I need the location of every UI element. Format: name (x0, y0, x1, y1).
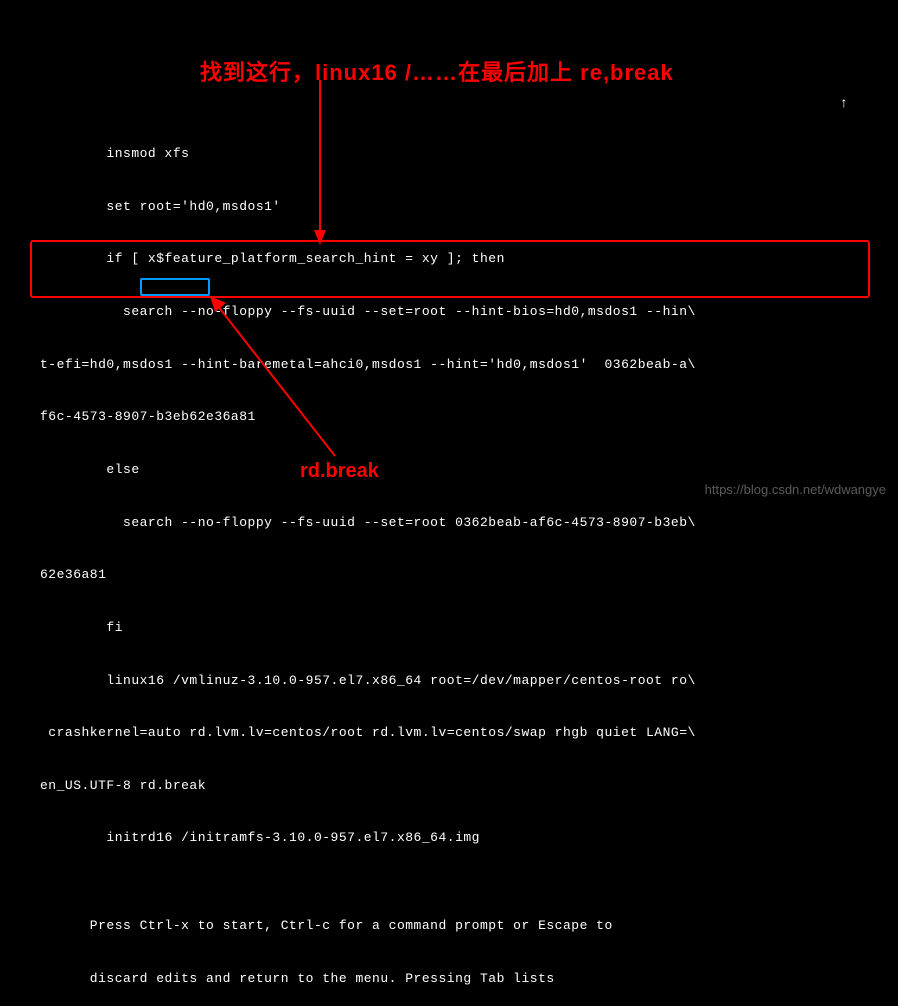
code-line: fi (40, 619, 696, 637)
code-line: search --no-floppy --fs-uuid --set=root … (40, 514, 696, 532)
code-line: crashkernel=auto rd.lvm.lv=centos/root r… (40, 724, 696, 742)
code-line: Press Ctrl-x to start, Ctrl-c for a comm… (40, 917, 696, 935)
code-line: en_US.UTF-8 rd.break (40, 777, 696, 795)
up-arrow-glyph: ↑ (840, 96, 848, 112)
code-line: insmod xfs (40, 145, 696, 163)
arrow-diagonal-icon (210, 296, 370, 466)
code-line: discard edits and return to the menu. Pr… (40, 970, 696, 988)
watermark-footer: https://blog.csdn.net/wdwangye (705, 482, 886, 497)
code-line: 62e36a81 (40, 566, 696, 584)
code-line: set root='hd0,msdos1' (40, 198, 696, 216)
annotation-instruction-top: 找到这行，linux16 /……在最后加上 re,break (200, 55, 674, 87)
annotation-label-bottom: rd.break (300, 460, 379, 483)
code-line: if [ x$feature_platform_search_hint = xy… (40, 250, 696, 268)
code-line: linux16 /vmlinuz-3.10.0-957.el7.x86_64 r… (40, 672, 696, 690)
code-line: initrd16 /initramfs-3.10.0-957.el7.x86_6… (40, 829, 696, 847)
terminal-content: insmod xfs set root='hd0,msdos1' if [ x$… (20, 90, 716, 1006)
